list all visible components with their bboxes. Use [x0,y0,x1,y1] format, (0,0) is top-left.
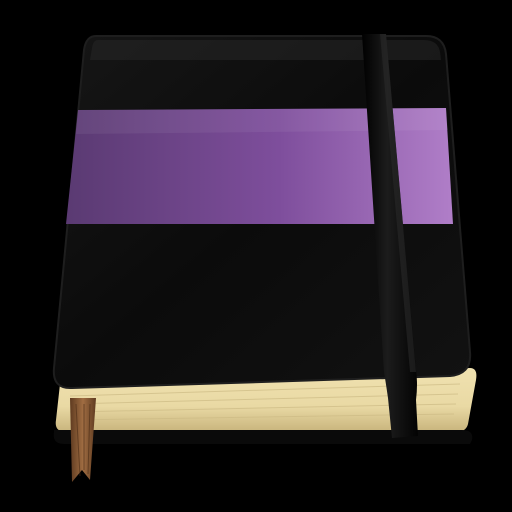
notebook-icon [52,34,477,482]
icon-canvas [0,0,512,512]
cover-highlight [90,40,441,60]
ribbon-bookmark [70,398,96,482]
